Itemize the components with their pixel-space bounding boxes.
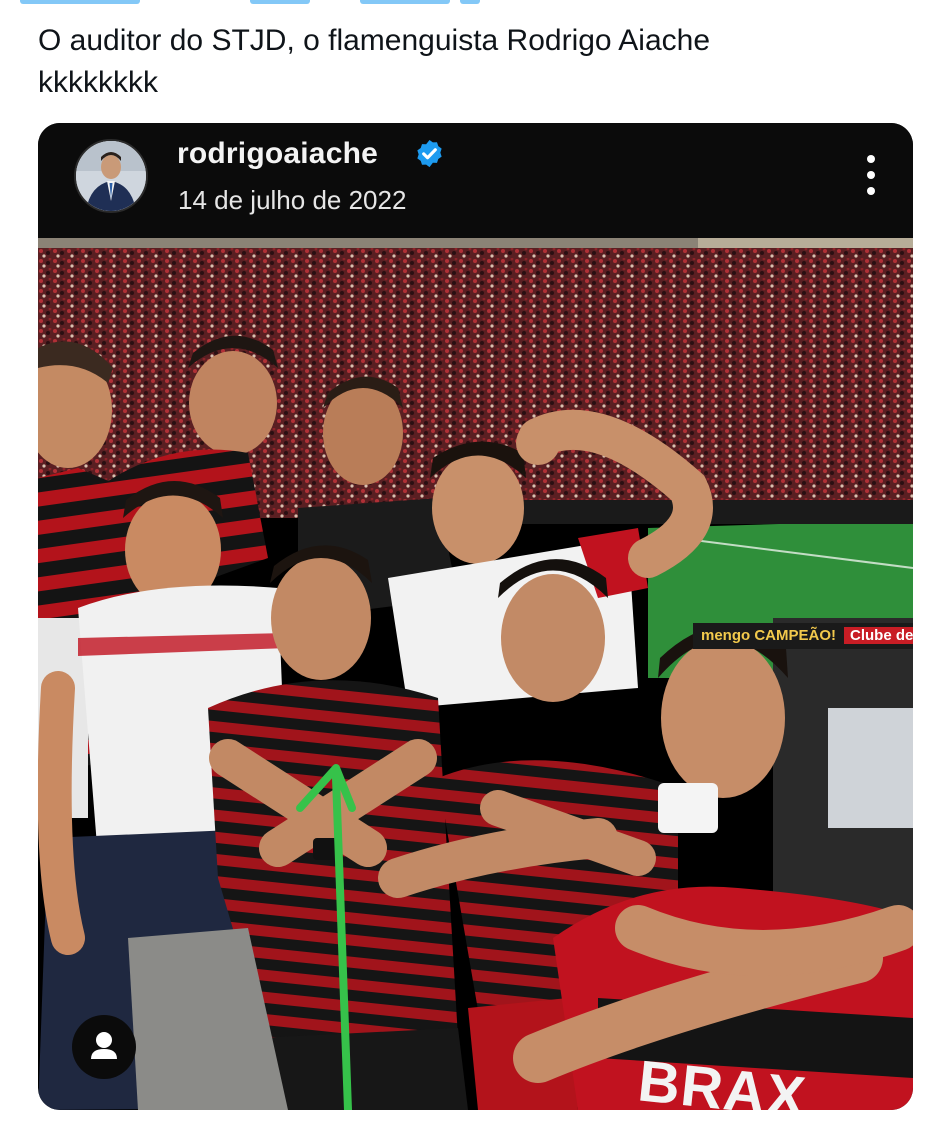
post-date: 14 de julho de 2022 (178, 185, 407, 215)
stadium-photo (38, 238, 913, 1110)
tweet-text-line: kkkkkkkk (38, 66, 158, 99)
tweet-text-line: O auditor do STJD, o flamenguista Rodrig… (38, 24, 711, 57)
verified-badge-icon (417, 139, 442, 168)
banner-text: Clube de Regatas (844, 627, 913, 644)
instagram-username[interactable]: rodrigoaiache (177, 137, 378, 171)
stadium-ad-banner: mengo CAMPEÃO! Clube de Regatas (693, 623, 913, 649)
more-vertical-icon[interactable] (859, 153, 883, 197)
user-tags-button[interactable] (72, 1015, 136, 1079)
tweet-text: O auditor do STJD, o flamenguista Rodrig… (38, 20, 908, 104)
tweet-media-card[interactable]: rodrigoaiache 14 de julho de 2022 mengo … (38, 123, 913, 1110)
cropped-previous-line (0, 0, 947, 10)
post-photo[interactable]: mengo CAMPEÃO!Clube de Regatas BRAX (38, 238, 913, 1110)
person-icon (91, 1032, 117, 1059)
banner-text: mengo CAMPEÃO! (701, 627, 836, 644)
avatar[interactable] (74, 139, 148, 213)
instagram-post-header: rodrigoaiache 14 de julho de 2022 (38, 123, 913, 238)
